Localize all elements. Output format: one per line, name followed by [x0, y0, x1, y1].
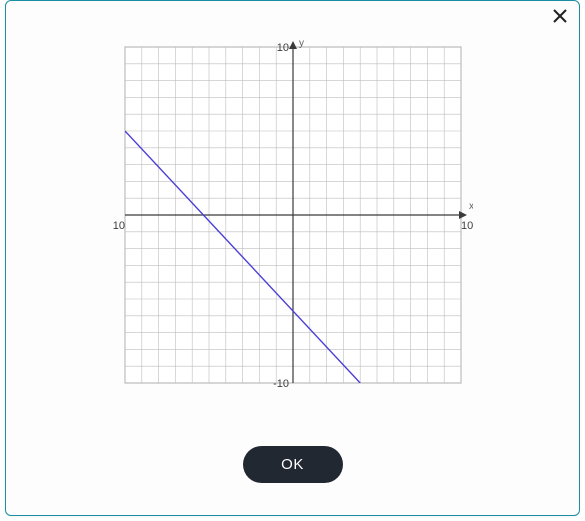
y-tick-label: -10: [273, 378, 289, 390]
coordinate-graph: x y -10 10 -10 10: [113, 35, 473, 395]
ok-button[interactable]: OK: [243, 446, 343, 483]
y-axis-label: y: [299, 38, 304, 49]
close-button[interactable]: [549, 5, 571, 27]
x-axis-label: x: [469, 201, 473, 212]
modal-dialog: x y -10 10 -10 10 OK: [5, 0, 580, 516]
x-tick-label: 10: [461, 220, 473, 232]
chart-svg: x y -10 10 -10 10: [113, 35, 473, 395]
y-tick-label: 10: [276, 42, 288, 54]
close-icon: [552, 8, 568, 24]
x-tick-label: -10: [113, 220, 125, 232]
ok-button-label: OK: [281, 456, 304, 473]
